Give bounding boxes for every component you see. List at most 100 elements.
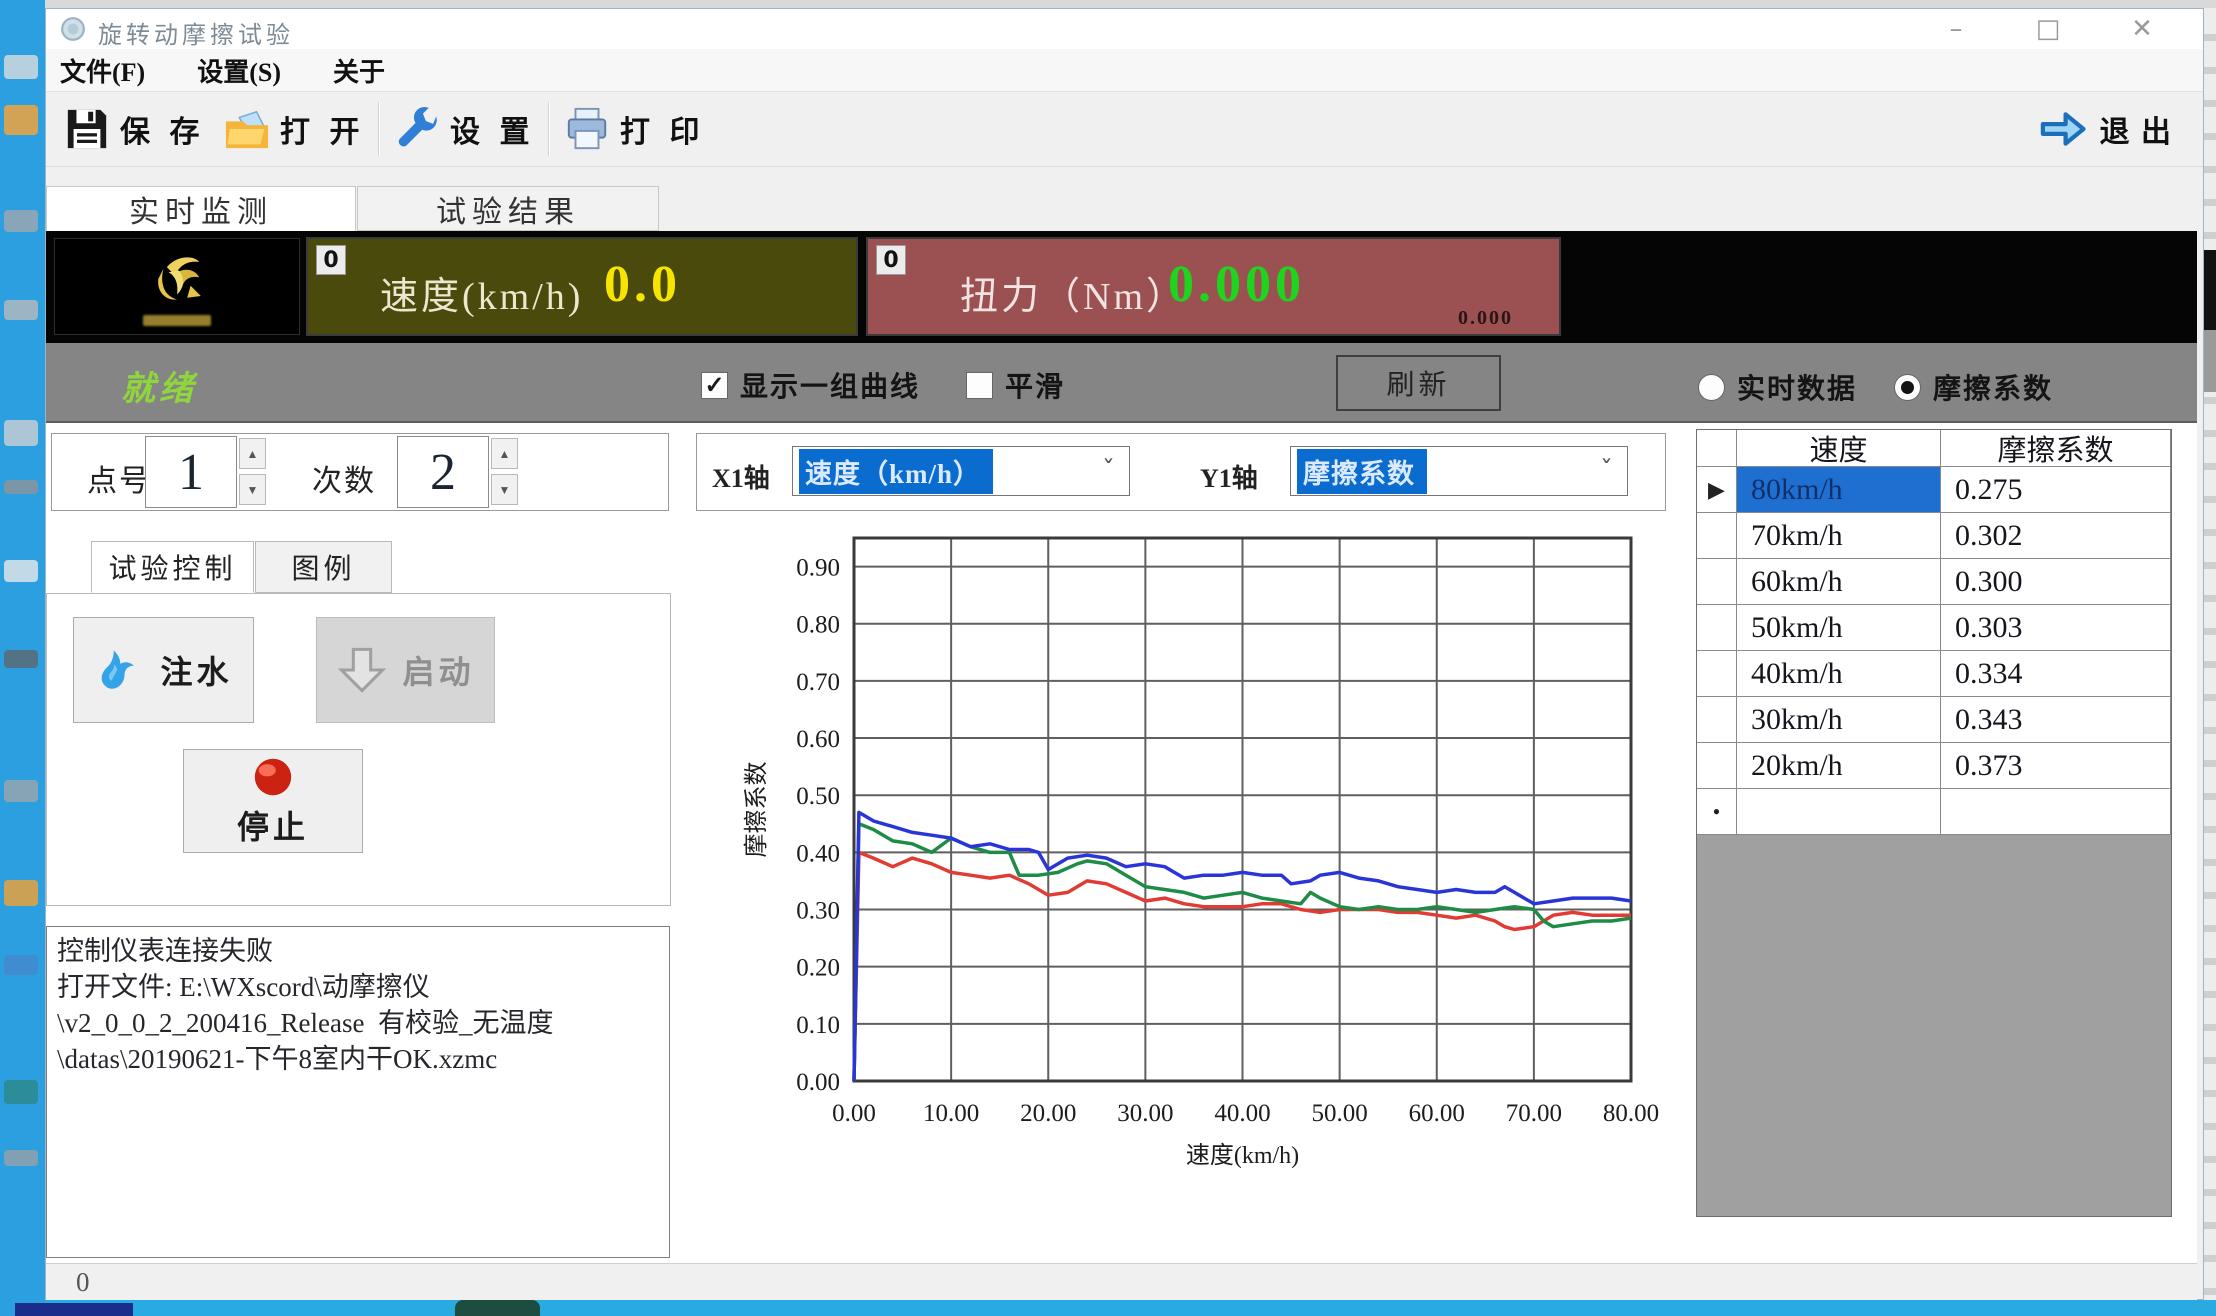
svg-text:0.70: 0.70	[796, 669, 840, 696]
friction-coeff-option[interactable]: 摩擦系数	[1894, 367, 2053, 407]
settings-label: 设 置	[450, 107, 536, 151]
times-down-button[interactable]: ▼	[491, 474, 518, 505]
friction-cell[interactable]: 0.373	[1941, 743, 2171, 789]
refresh-button[interactable]: 刷新	[1336, 355, 1501, 411]
speed-cell[interactable]: 60km/h	[1737, 559, 1941, 605]
brand-logo	[141, 245, 213, 313]
brand-caption	[143, 315, 211, 326]
svg-text:30.00: 30.00	[1117, 1100, 1173, 1127]
menu-file[interactable]: 文件(F)	[46, 49, 171, 91]
table-row[interactable]: 30km/h 0.343	[1697, 697, 2171, 743]
titlebar: 旋转动摩擦试验 – □ ✕	[46, 9, 2203, 49]
tab-test-results[interactable]: 试验结果	[357, 186, 659, 231]
open-button[interactable]: 打 开	[224, 100, 366, 158]
point-number-input[interactable]: 1	[145, 436, 237, 508]
close-button[interactable]: ✕	[2115, 13, 2169, 45]
svg-text:50.00: 50.00	[1312, 1100, 1368, 1127]
row-marker	[1697, 605, 1737, 651]
wrench-icon	[394, 106, 440, 152]
table-row[interactable]: ▶ 80km/h 0.275	[1697, 467, 2171, 513]
speed-cell[interactable]: 70km/h	[1737, 513, 1941, 559]
friction-coeff-label: 摩擦系数	[1933, 367, 2053, 407]
chevron-down-icon: ˇ	[1102, 456, 1115, 486]
speed-cell[interactable]: 80km/h	[1737, 467, 1941, 513]
times-input[interactable]: 2	[397, 436, 489, 508]
settings-button[interactable]: 设 置	[394, 100, 536, 158]
friction-coeff-radio[interactable]	[1894, 374, 1921, 401]
save-button[interactable]: 保 存	[64, 100, 206, 158]
table-row[interactable]: 50km/h 0.303	[1697, 605, 2171, 651]
speed-cell[interactable]: 40km/h	[1737, 651, 1941, 697]
speed-cell[interactable]: 20km/h	[1737, 743, 1941, 789]
tab-test-control[interactable]: 试验控制	[91, 541, 254, 593]
menu-about[interactable]: 关于	[307, 49, 411, 91]
speed-label: 速度(km/h)	[380, 265, 583, 320]
friction-chart: 0.000.100.200.300.400.500.600.700.800.90…	[686, 513, 1696, 1173]
col-speed-header: 速度	[1737, 430, 1941, 467]
log-line: \datas\20190621-下午8室内干OK.xzmc	[57, 1041, 659, 1077]
tab-realtime-monitor[interactable]: 实时监测	[46, 186, 356, 231]
friction-cell[interactable]: 0.275	[1941, 467, 2171, 513]
show-curves-option[interactable]: ✓ 显示一组曲线	[701, 365, 920, 405]
svg-text:40.00: 40.00	[1214, 1100, 1270, 1127]
table-row[interactable]: 60km/h 0.300	[1697, 559, 2171, 605]
stop-button[interactable]: 停止	[183, 749, 363, 853]
table-row[interactable]: 40km/h 0.334	[1697, 651, 2171, 697]
start-button[interactable]: 启动	[316, 617, 495, 723]
table-row[interactable]: 20km/h 0.373	[1697, 743, 2171, 789]
maximize-button[interactable]: □	[2021, 13, 2075, 45]
col-friction-header: 摩擦系数	[1941, 430, 2171, 467]
realtime-data-radio[interactable]	[1698, 374, 1725, 401]
smooth-option[interactable]: 平滑	[966, 365, 1065, 405]
friction-cell[interactable]: 0.334	[1941, 651, 2171, 697]
point-down-button[interactable]: ▼	[239, 474, 266, 505]
table-new-row[interactable]: •	[1697, 789, 2171, 835]
menu-settings[interactable]: 设置(S)	[171, 49, 307, 91]
message-log[interactable]: 控制仪表连接失败 打开文件: E:\WXscord\动摩擦仪 \v2_0_0_2…	[46, 926, 670, 1258]
smooth-checkbox[interactable]	[966, 372, 993, 399]
table-header: 速度 摩擦系数	[1697, 430, 2171, 467]
water-icon	[94, 644, 146, 696]
x1-axis-select[interactable]: 速度（km/h） ˇ	[792, 446, 1130, 496]
speed-channel-badge: 0	[316, 245, 346, 275]
point-up-button[interactable]: ▲	[239, 438, 266, 469]
torque-channel-badge: 0	[876, 245, 906, 275]
svg-text:0.40: 0.40	[796, 840, 840, 867]
point-spinner: ▲ ▼	[239, 438, 266, 505]
times-up-button[interactable]: ▲	[491, 438, 518, 469]
print-button[interactable]: 打 印	[564, 100, 706, 158]
friction-cell[interactable]: 0.343	[1941, 697, 2171, 743]
friction-cell[interactable]: 0.302	[1941, 513, 2171, 559]
realtime-data-option[interactable]: 实时数据	[1698, 367, 1857, 407]
y1-axis-select[interactable]: 摩擦系数 ˇ	[1290, 446, 1628, 496]
stop-lamp-icon	[250, 754, 296, 800]
meter-display-frame: 0 速度(km/h) 0.0 0 扭力（Nm） 0.000 0.000	[46, 231, 2197, 343]
logo-panel	[54, 238, 300, 335]
minimize-button[interactable]: –	[1929, 13, 1983, 45]
speed-cell[interactable]: 50km/h	[1737, 605, 1941, 651]
exit-button[interactable]: 退 出	[2038, 100, 2174, 158]
speed-cell[interactable]: 30km/h	[1737, 697, 1941, 743]
friction-cell[interactable]: 0.303	[1941, 605, 2171, 651]
smooth-label: 平滑	[1005, 365, 1065, 405]
svg-text:0.30: 0.30	[796, 898, 840, 925]
svg-text:0.00: 0.00	[832, 1100, 876, 1127]
desktop-icon	[4, 420, 38, 446]
water-inject-button[interactable]: 注水	[73, 617, 254, 723]
friction-cell[interactable]	[1941, 789, 2171, 835]
table-row[interactable]: 70km/h 0.302	[1697, 513, 2171, 559]
chevron-down-icon: ˇ	[1600, 456, 1613, 486]
desktop-icon	[4, 650, 38, 668]
show-curves-checkbox[interactable]: ✓	[701, 372, 728, 399]
desktop-icon	[4, 105, 38, 135]
realtime-data-label: 实时数据	[1737, 367, 1857, 407]
desktop-icon	[4, 780, 38, 802]
speed-value: 0.0	[604, 255, 681, 314]
friction-cell[interactable]: 0.300	[1941, 559, 2171, 605]
tab-legend[interactable]: 图例	[255, 541, 392, 593]
save-label: 保 存	[120, 107, 206, 151]
torque-value: 0.000	[1168, 255, 1305, 314]
water-label: 注水	[160, 647, 232, 693]
axis-selector-group: X1轴 速度（km/h） ˇ Y1轴 摩擦系数 ˇ	[696, 433, 1666, 511]
speed-cell[interactable]	[1737, 789, 1941, 835]
